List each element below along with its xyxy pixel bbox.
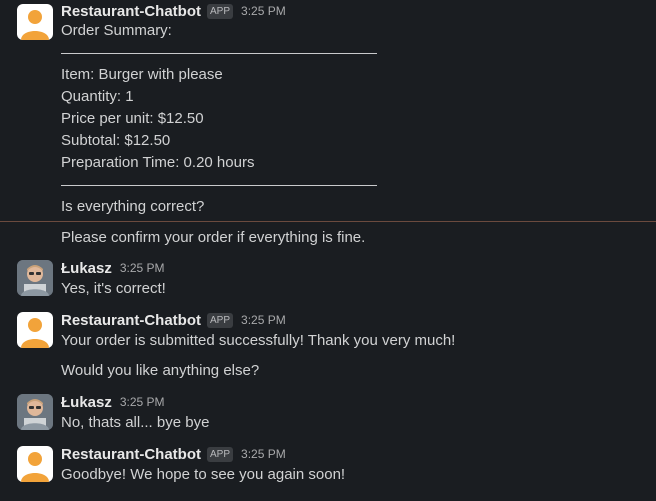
timestamp[interactable]: 3:25 PM xyxy=(241,313,286,327)
message-text: Is everything correct? xyxy=(61,198,205,215)
message-text: Quantity: 1 xyxy=(61,88,134,105)
message-text: Preparation Time: 0.20 hours xyxy=(61,154,255,171)
sender-name[interactable]: Łukasz xyxy=(61,260,112,277)
bot-avatar[interactable] xyxy=(17,4,53,40)
separator-line xyxy=(61,185,377,186)
separator-line xyxy=(61,53,377,54)
message-text: Order Summary: xyxy=(61,22,172,39)
bot-avatar[interactable] xyxy=(17,312,53,348)
sender-name[interactable]: Restaurant-Chatbot xyxy=(61,446,201,463)
person-avatar-icon xyxy=(17,394,53,430)
sender-name[interactable]: Restaurant-Chatbot xyxy=(61,3,201,20)
user-avatar[interactable] xyxy=(17,260,53,296)
new-messages-divider xyxy=(0,221,656,222)
sender-name[interactable]: Restaurant-Chatbot xyxy=(61,312,201,329)
sender-name[interactable]: Łukasz xyxy=(61,394,112,411)
message-header: Restaurant-Chatbot APP 3:25 PM xyxy=(61,310,286,330)
message-header: Łukasz 3:25 PM xyxy=(61,392,165,412)
message-text: No, thats all... bye bye xyxy=(61,414,210,431)
app-badge: APP xyxy=(207,3,234,19)
user-avatar[interactable] xyxy=(17,394,53,430)
message-text: Yes, it's correct! xyxy=(61,280,166,297)
app-badge: APP xyxy=(207,446,234,462)
message-text: Please confirm your order if everything … xyxy=(61,229,366,246)
user-silhouette-icon xyxy=(21,452,49,482)
message-text: Subtotal: $12.50 xyxy=(61,132,171,149)
message-text: Your order is submitted successfully! Th… xyxy=(61,332,456,349)
person-avatar-icon xyxy=(17,260,53,296)
timestamp[interactable]: 3:25 PM xyxy=(241,447,286,461)
message-header: Łukasz 3:25 PM xyxy=(61,258,165,278)
message-text: Item: Burger with please xyxy=(61,66,223,83)
timestamp[interactable]: 3:25 PM xyxy=(120,395,165,409)
timestamp[interactable]: 3:25 PM xyxy=(120,261,165,275)
message-text: Price per unit: $12.50 xyxy=(61,110,204,127)
user-silhouette-icon xyxy=(21,10,49,40)
message-header: Restaurant-Chatbot APP 3:25 PM xyxy=(61,1,286,21)
message-text: Goodbye! We hope to see you again soon! xyxy=(61,466,346,483)
message-text: Would you like anything else? xyxy=(61,362,260,379)
bot-avatar[interactable] xyxy=(17,446,53,482)
timestamp[interactable]: 3:25 PM xyxy=(241,4,286,18)
user-silhouette-icon xyxy=(21,318,49,348)
app-badge: APP xyxy=(207,312,234,328)
message-header: Restaurant-Chatbot APP 3:25 PM xyxy=(61,444,286,464)
